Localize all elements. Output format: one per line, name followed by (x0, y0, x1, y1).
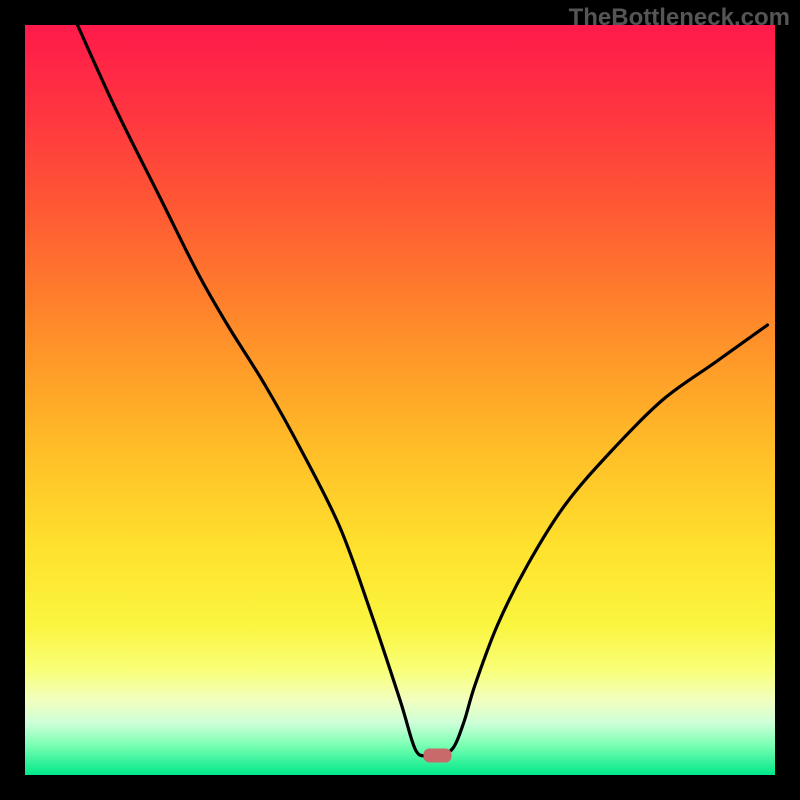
watermark-text: TheBottleneck.com (569, 4, 790, 32)
chart-container (25, 25, 775, 775)
bottleneck-chart (25, 25, 775, 775)
optimal-marker (424, 749, 452, 763)
